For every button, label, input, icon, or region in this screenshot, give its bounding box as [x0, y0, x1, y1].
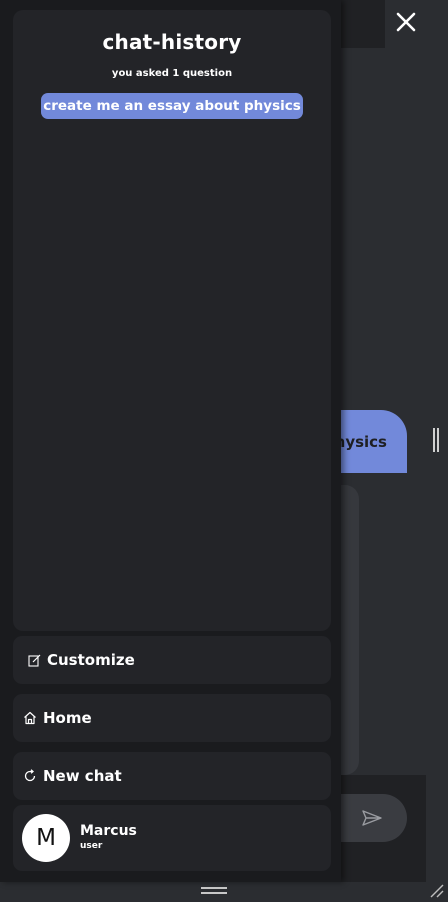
- refresh-icon: [23, 769, 37, 783]
- bottom-resize-handle[interactable]: [201, 887, 227, 894]
- home-button[interactable]: Home: [13, 694, 331, 742]
- chat-history-title: chat-history: [102, 30, 242, 54]
- avatar[interactable]: M: [22, 814, 70, 862]
- corner-resize-icon[interactable]: [428, 882, 444, 898]
- profile-role: user: [80, 841, 103, 851]
- new-chat-button[interactable]: New chat: [13, 752, 331, 800]
- side-drawer: chat-history you asked 1 question create…: [0, 0, 341, 882]
- edit-icon: [27, 653, 41, 667]
- send-icon: [361, 810, 382, 826]
- customize-button[interactable]: Customize: [13, 636, 331, 684]
- new-chat-label: New chat: [43, 767, 122, 785]
- home-icon: [23, 711, 37, 725]
- customize-label: Customize: [47, 651, 135, 669]
- user-message-text: hysics: [334, 432, 387, 451]
- home-label: Home: [43, 709, 92, 727]
- profile-name: Marcus: [80, 823, 137, 839]
- close-button[interactable]: [388, 4, 424, 40]
- app-window: hysics chat-history you asked 1 question…: [0, 0, 448, 902]
- chat-history-panel: chat-history you asked 1 question create…: [13, 10, 331, 631]
- side-resize-handle[interactable]: [433, 428, 439, 452]
- close-icon: [396, 12, 416, 32]
- question-count: you asked 1 question: [111, 68, 233, 79]
- history-item[interactable]: create me an essay about physics: [41, 93, 303, 119]
- profile-card[interactable]: M Marcus user: [13, 805, 331, 871]
